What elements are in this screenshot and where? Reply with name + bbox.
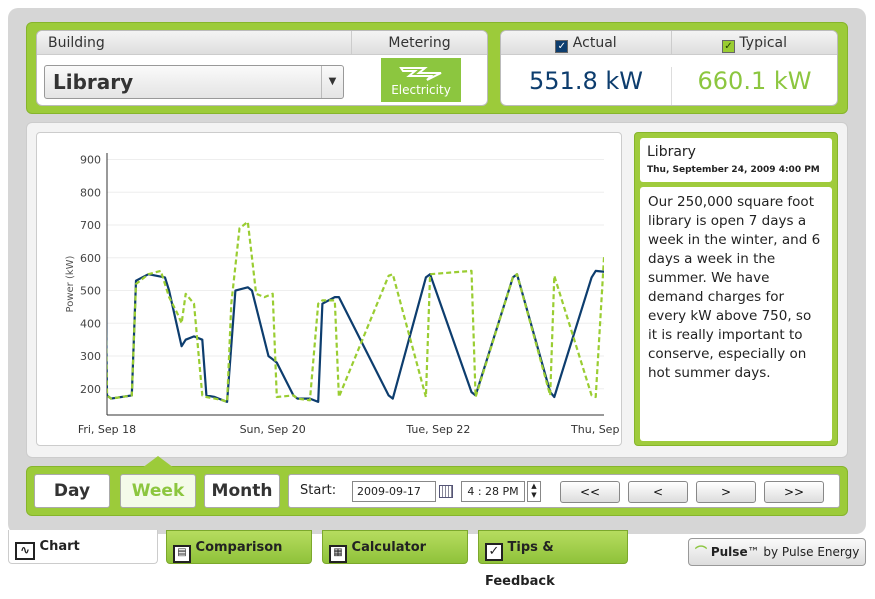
- comparison-icon: ▤: [173, 545, 191, 563]
- start-label: Start:: [300, 483, 337, 498]
- series-line-typical: [107, 220, 604, 403]
- y-tick-label: 300: [80, 350, 101, 363]
- typical-checkbox[interactable]: ✓: [721, 40, 735, 53]
- tab-calculator-label: Calculator: [351, 540, 427, 555]
- day-button[interactable]: Day: [34, 474, 110, 508]
- calculator-icon: ▦: [329, 545, 347, 563]
- building-select[interactable]: Library ▼: [44, 65, 344, 99]
- y-tick-label: 400: [80, 317, 101, 330]
- typical-label: Typical: [739, 35, 788, 51]
- start-date-input[interactable]: 2009-09-17: [352, 481, 436, 502]
- tab-chart-label: Chart: [39, 539, 80, 554]
- readings-panel: ✓ Actual ✓ Typical 551.8 kW 660.1 kW: [500, 30, 838, 106]
- chevron-down-icon[interactable]: ▼: [321, 66, 343, 98]
- y-tick-label: 600: [80, 252, 101, 265]
- actual-header: ✓ Actual: [501, 31, 671, 55]
- power-chart[interactable]: 200 300 400 500 600 700 800 900 Fri, Sep 18 Sun, …: [37, 133, 637, 447]
- info-text: Our 250,000 square foot library is open …: [640, 187, 832, 441]
- actual-label: Actual: [572, 35, 617, 51]
- calendar-icon[interactable]: [439, 485, 453, 498]
- x-tick-label: Thu, Sep 24: [570, 423, 623, 436]
- building-select-value: Library: [53, 70, 134, 94]
- electricity-button[interactable]: Electricity: [381, 58, 461, 102]
- y-tick-label: 800: [80, 186, 101, 199]
- prev-page-button[interactable]: <: [628, 481, 688, 503]
- x-tick-label: Sun, Sep 20: [240, 423, 306, 436]
- typical-value: 660.1 kW: [671, 67, 837, 105]
- info-date: Thu, September 24, 2009 4:00 PM: [647, 165, 820, 175]
- tab-chart[interactable]: ∿ Chart: [8, 530, 158, 564]
- start-time-input[interactable]: 4 : 28 PM: [461, 481, 525, 502]
- tab-comparison[interactable]: ▤ Comparison: [166, 530, 312, 564]
- x-tick-label: Tue, Sep 22: [405, 423, 470, 436]
- week-pointer: [142, 456, 174, 468]
- actual-value: 551.8 kW: [529, 67, 643, 95]
- series-line-actual: [107, 269, 604, 403]
- y-tick-label: 200: [80, 383, 101, 396]
- checkbox-icon: ✓: [485, 543, 503, 561]
- last-page-button[interactable]: >>: [764, 481, 824, 503]
- chart-panel: 200 300 400 500 600 700 800 900 Fri, Sep 18 Sun, …: [36, 132, 637, 447]
- pulse-energy-badge[interactable]: ⌒ Pulse™ by Pulse Energy: [688, 538, 866, 566]
- lightning-icon: [399, 67, 442, 81]
- x-tick-label: Fri, Sep 18: [78, 423, 136, 436]
- info-title: Library: [647, 144, 696, 160]
- y-tick-label: 500: [80, 285, 101, 298]
- y-tick-label: 900: [80, 154, 101, 167]
- first-page-button[interactable]: <<: [560, 481, 620, 503]
- tab-tips[interactable]: ✓ Tips & Feedback: [478, 530, 628, 589]
- y-tick-label: 700: [80, 219, 101, 232]
- info-header: Library Thu, September 24, 2009 4:00 PM: [640, 138, 832, 182]
- tab-comparison-label: Comparison: [195, 540, 283, 555]
- pulse-brand-rest: ™ by Pulse Energy: [747, 545, 860, 559]
- typical-header: ✓ Typical: [671, 31, 837, 55]
- next-page-button[interactable]: >: [696, 481, 756, 503]
- electricity-label: Electricity: [391, 83, 451, 97]
- metering-label: Metering: [351, 31, 487, 55]
- pulse-brand: Pulse: [710, 545, 748, 559]
- tab-calculator[interactable]: ▦ Calculator: [322, 530, 468, 564]
- y-axis-label: Power (kW): [65, 255, 76, 312]
- chart-icon: ∿: [15, 542, 35, 560]
- week-button[interactable]: Week: [120, 474, 196, 508]
- actual-checkbox[interactable]: ✓: [555, 40, 569, 53]
- month-button[interactable]: Month: [204, 474, 280, 508]
- info-panel: Library Thu, September 24, 2009 4:00 PM …: [634, 132, 838, 446]
- building-label: Building: [37, 31, 351, 55]
- pulse-logo-icon: ⌒: [695, 545, 708, 559]
- time-spinner[interactable]: ▲ ▼: [527, 481, 541, 502]
